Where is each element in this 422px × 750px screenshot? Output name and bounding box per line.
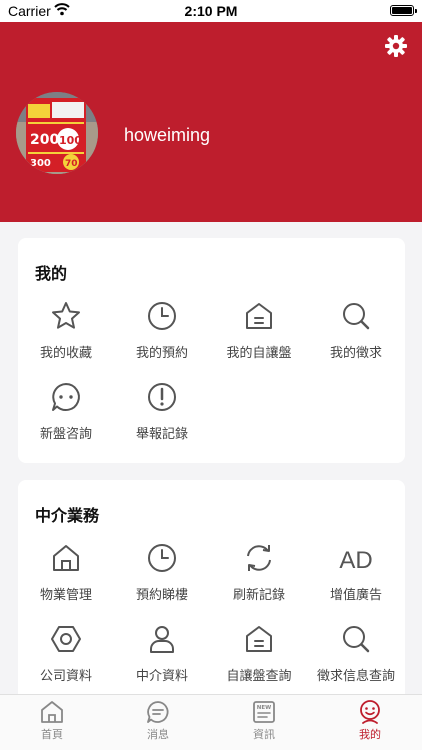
- item-label: 自讓盤查詢: [226, 669, 292, 684]
- home-outline-icon: [53, 545, 79, 571]
- item-label: 新盤咨詢: [39, 427, 92, 442]
- company-info-button[interactable]: 公司資料: [18, 623, 114, 693]
- search-icon: [343, 303, 370, 330]
- svg-text:AD: AD: [339, 547, 372, 574]
- refresh-icon: [247, 545, 271, 571]
- house-icon: [246, 303, 272, 329]
- bottom-tab-bar: 首頁 消息 NEW 資訊 我的: [0, 694, 422, 750]
- agent-section-card: 中介業務 物業管理 預約睇樓 刷新記錄 AD 增值廣告 公司資料 中介資料 自讓…: [18, 480, 405, 695]
- item-label: 我的自讓盤: [226, 346, 292, 361]
- report-records-button[interactable]: 舉報記錄: [114, 381, 210, 451]
- battery-icon: [390, 5, 417, 16]
- my-appointments-button[interactable]: 我的預約: [114, 300, 210, 370]
- tab-news[interactable]: NEW 資訊: [222, 699, 306, 747]
- item-label: 刷新記錄: [232, 588, 285, 603]
- house-icon: [246, 626, 272, 652]
- item-label: 徵求信息查詢: [316, 669, 395, 684]
- item-label: 舉報記錄: [135, 427, 188, 442]
- star-icon: [52, 302, 80, 329]
- search-icon: [343, 626, 370, 653]
- avatar[interactable]: 200 100 300 70: [16, 92, 98, 174]
- profile-header: 200 100 300 70 howeiming: [0, 22, 422, 222]
- tab-label: 我的: [359, 728, 381, 741]
- svg-text:200: 200: [30, 132, 59, 148]
- section-title: 我的: [35, 264, 68, 283]
- person-icon: [150, 626, 174, 653]
- news-icon: NEW: [253, 701, 275, 723]
- tab-label: 消息: [147, 728, 169, 741]
- home-icon: [41, 701, 63, 723]
- tab-messages[interactable]: 消息: [116, 699, 200, 747]
- chat-bubble-icon: [52, 383, 80, 411]
- clock-icon: [148, 544, 176, 572]
- tab-me[interactable]: 我的: [328, 699, 412, 747]
- my-favorites-button[interactable]: 我的收藏: [18, 300, 114, 370]
- property-management-button[interactable]: 物業管理: [18, 542, 114, 612]
- ad-icon: AD: [339, 547, 372, 574]
- svg-text:300: 300: [30, 158, 51, 169]
- self-listing-query-button[interactable]: 自讓盤查詢: [211, 623, 307, 693]
- svg-text:100: 100: [59, 134, 82, 147]
- message-icon: [147, 701, 169, 723]
- item-label: 我的收藏: [39, 346, 92, 361]
- item-label: 公司資料: [39, 669, 92, 684]
- refresh-records-button[interactable]: 刷新記錄: [211, 542, 307, 612]
- username: howeiming: [124, 125, 211, 145]
- clock-icon: [148, 302, 176, 330]
- settings-button[interactable]: [384, 34, 408, 58]
- value-added-ads-button[interactable]: AD 增值廣告: [308, 542, 404, 612]
- viewing-appointments-button[interactable]: 預約睇樓: [114, 542, 210, 612]
- hexagon-nut-icon: [51, 626, 81, 652]
- gear-icon: [385, 35, 407, 57]
- my-section-card: 我的 我的收藏 我的預約 我的自讓盤 我的徵求 新盤咨詢 舉報記錄: [18, 238, 405, 463]
- profile-smile-icon: [360, 700, 380, 724]
- section-title: 中介業務: [35, 506, 100, 525]
- agent-info-button[interactable]: 中介資料: [114, 623, 210, 693]
- svg-text:70: 70: [65, 159, 78, 169]
- svg-text:NEW: NEW: [257, 705, 271, 711]
- tab-label: 資訊: [253, 728, 275, 741]
- item-label: 物業管理: [39, 588, 92, 603]
- clock-time: 2:10 PM: [184, 3, 238, 19]
- item-label: 中介資料: [135, 669, 188, 684]
- item-label: 增值廣告: [329, 588, 382, 603]
- new-listing-enquiry-button[interactable]: 新盤咨詢: [18, 381, 114, 451]
- request-info-query-button[interactable]: 徵求信息查詢: [308, 623, 404, 693]
- my-self-listings-button[interactable]: 我的自讓盤: [211, 300, 307, 370]
- status-bar: Carrier 2:10 PM: [0, 0, 422, 22]
- item-label: 我的徵求: [329, 346, 382, 361]
- tab-home[interactable]: 首頁: [10, 699, 94, 747]
- item-label: 我的預約: [135, 346, 188, 361]
- item-label: 預約睇樓: [135, 588, 188, 603]
- alert-icon: [148, 383, 176, 411]
- my-requests-button[interactable]: 我的徵求: [308, 300, 404, 370]
- tab-label: 首頁: [41, 728, 63, 741]
